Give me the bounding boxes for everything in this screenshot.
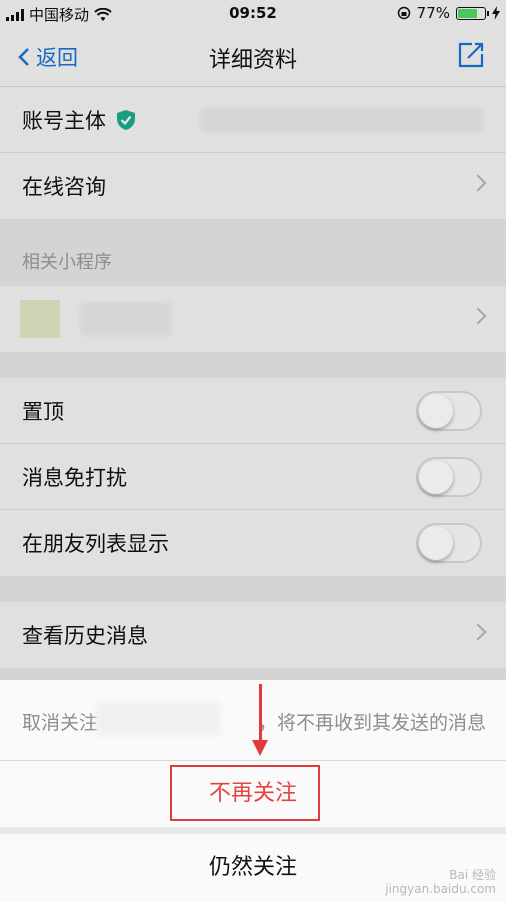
sheet-message-suffix: ，将不再收到其发送的消息 (258, 712, 487, 734)
watermark-line1: Bai 经验 (449, 868, 496, 882)
account-name-redacted (96, 702, 220, 736)
watermark-line2: jingyan.baidu.com (385, 882, 496, 896)
sheet-message-prefix: 取消关注 (22, 712, 99, 734)
watermark: Bai 经验 jingyan.baidu.com (385, 868, 496, 896)
annotation-arrow (259, 684, 262, 746)
screen: 中国移动 09:52 77% 返回 详细资料 账号主体 在线咨询 相关小程序 置… (0, 0, 506, 902)
dim-overlay[interactable] (0, 0, 506, 680)
annotation-arrow-head (252, 740, 268, 756)
action-sheet: 取消关注 ，将不再收到其发送的消息 不再关注 仍然关注 Bai 经验 jingy… (0, 680, 506, 902)
annotation-highlight-box (170, 765, 320, 821)
